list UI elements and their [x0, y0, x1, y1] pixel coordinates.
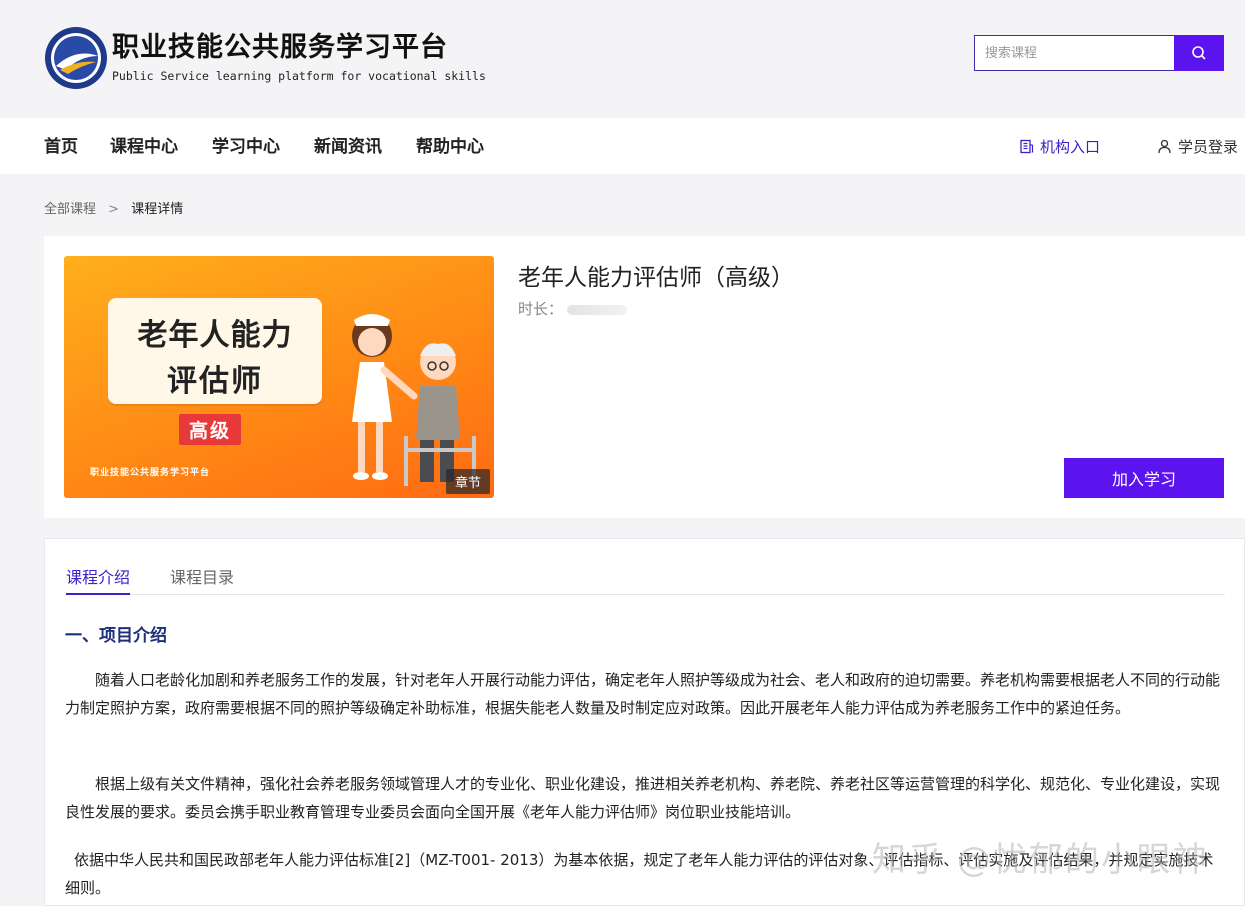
section-title: 一、项目介绍: [65, 626, 167, 646]
nav-item-help[interactable]: 帮助中心: [416, 118, 484, 174]
logo-emblem-icon: [45, 27, 107, 89]
nav-item-courses[interactable]: 课程中心: [110, 118, 178, 174]
course-title: 老年人能力评估师（高级）: [518, 265, 794, 291]
course-cover-image[interactable]: 老年人能力 评估师 高级 职业技能公共服务学习平台 章节: [64, 256, 494, 498]
tab-course-intro[interactable]: 课程介绍: [66, 564, 131, 595]
zhihu-watermark: 知乎 @忧郁的小眼神: [872, 840, 1209, 880]
student-login-link[interactable]: 学员登录: [1157, 118, 1238, 174]
breadcrumb-all-courses[interactable]: 全部课程: [44, 202, 96, 217]
nav-item-news[interactable]: 新闻资讯: [314, 118, 382, 174]
cover-title-box: 老年人能力 评估师: [108, 298, 322, 404]
search-button[interactable]: [1174, 35, 1224, 71]
nurse-elder-illustration-icon: [352, 314, 476, 486]
cover-title-line2: 评估师: [167, 364, 263, 399]
intro-paragraph-2: 根据上级有关文件精神，强化社会养老服务领域管理人才的专业化、职业化建设，推进相关…: [65, 775, 1221, 821]
site-title: 职业技能公共服务学习平台: [112, 32, 448, 63]
site-subtitle: Public Service learning platform for voc…: [112, 69, 486, 83]
site-logo[interactable]: 职业技能公共服务学习平台 Public Service learning pla…: [44, 26, 486, 90]
top-header: 职业技能公共服务学习平台 Public Service learning pla…: [0, 0, 1245, 118]
building-icon: [1020, 139, 1034, 153]
org-entry-label: 机构入口: [1040, 137, 1101, 156]
course-card: 老年人能力 评估师 高级 职业技能公共服务学习平台 章节 老年人能力评估师（高级…: [44, 236, 1245, 518]
tab-course-catalog[interactable]: 课程目录: [170, 564, 234, 588]
breadcrumb-separator: >: [108, 202, 120, 217]
breadcrumb: 全部课程 > 课程详情: [44, 198, 183, 217]
duration-label: 时长：: [518, 300, 564, 318]
nav-item-home[interactable]: 首页: [44, 118, 78, 174]
main-nav: 首页 课程中心 学习中心 新闻资讯 帮助中心 机构入口 学员登录: [0, 118, 1245, 174]
student-login-label: 学员登录: [1178, 137, 1239, 156]
cover-title-line1: 老年人能力: [137, 318, 293, 353]
cover-level-badge: 高级: [179, 414, 242, 445]
search-icon: [1192, 46, 1206, 60]
course-duration: 时长：: [518, 298, 628, 319]
cover-chapter-tag: 章节: [445, 469, 490, 494]
user-icon: [1158, 139, 1171, 153]
cover-brand-text: 职业技能公共服务学习平台: [90, 468, 211, 478]
intro-paragraph-1: 随着人口老龄化加剧和养老服务工作的发展，针对老年人开展行动能力评估，确定老年人照…: [65, 671, 1221, 717]
breadcrumb-current: 课程详情: [131, 202, 184, 217]
duration-value-blurred: [567, 304, 628, 315]
org-entry-link[interactable]: 机构入口: [1019, 118, 1100, 174]
search-input[interactable]: [974, 35, 1174, 71]
nav-item-learning[interactable]: 学习中心: [212, 118, 280, 174]
join-course-button[interactable]: 加入学习: [1064, 458, 1224, 498]
search-bar: [974, 35, 1224, 71]
detail-tabs: 课程介绍 课程目录: [65, 539, 1225, 595]
